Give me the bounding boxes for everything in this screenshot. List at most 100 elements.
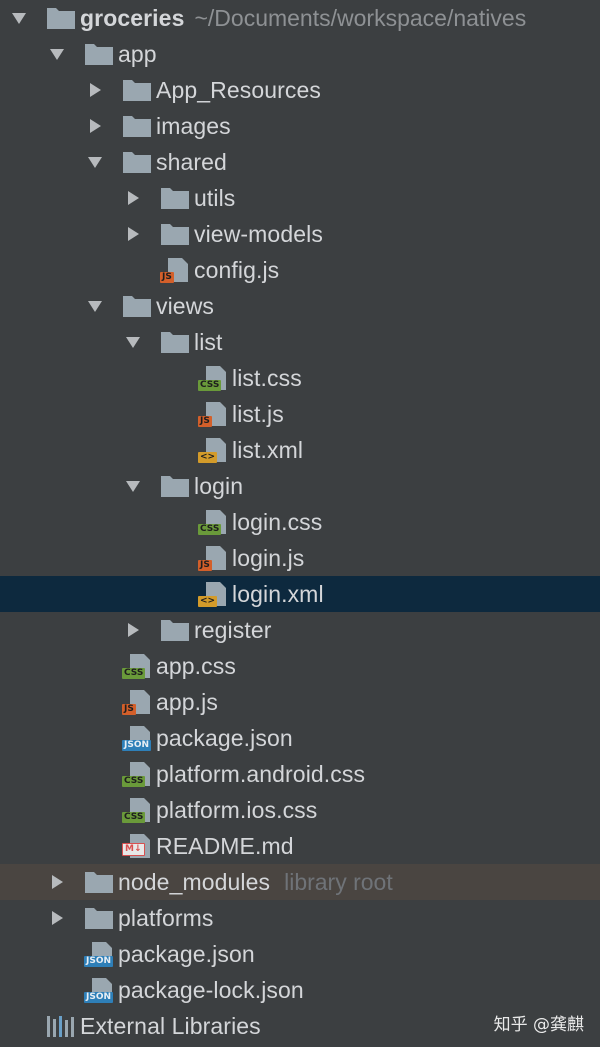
tree-row-app-js[interactable]: JS app.js xyxy=(0,684,600,720)
tree-label: package.json xyxy=(156,724,293,751)
folder-icon xyxy=(84,905,114,931)
tree-row-list-css[interactable]: CSS list.css xyxy=(0,360,600,396)
tree-row-platform-android-css[interactable]: CSS platform.android.css xyxy=(0,756,600,792)
tree-row-login-css[interactable]: CSS login.css xyxy=(0,504,600,540)
json-file-icon: JSON xyxy=(84,941,114,967)
tree-row-list-xml[interactable]: <> list.xml xyxy=(0,432,600,468)
css-file-icon: CSS xyxy=(122,797,152,823)
js-badge: JS xyxy=(160,272,174,283)
css-badge: CSS xyxy=(122,776,146,787)
tree-label: External Libraries xyxy=(80,1012,261,1039)
tree-label: platform.ios.css xyxy=(156,796,318,823)
js-badge: JS xyxy=(198,560,212,571)
markdown-badge: M↓ xyxy=(122,843,145,856)
tree-row-register[interactable]: register xyxy=(0,612,600,648)
tree-label: register xyxy=(194,616,272,643)
tree-row-app-css[interactable]: CSS app.css xyxy=(0,648,600,684)
tree-row-package-lock-json[interactable]: JSON package-lock.json xyxy=(0,972,600,1008)
chevron-right-icon[interactable] xyxy=(122,187,144,209)
tree-label: app.js xyxy=(156,688,218,715)
tree-label: list.js xyxy=(232,400,284,427)
chevron-down-icon[interactable] xyxy=(84,151,106,173)
tree-row-groceries[interactable]: groceries ~/Documents/workspace/natives xyxy=(0,0,600,36)
chevron-down-icon[interactable] xyxy=(122,475,144,497)
tree-row-readme-md[interactable]: M↓ README.md xyxy=(0,828,600,864)
json-badge: JSON xyxy=(84,992,114,1003)
css-file-icon: CSS xyxy=(198,509,228,535)
tree-row-app[interactable]: app xyxy=(0,36,600,72)
tree-row-config-js[interactable]: JS config.js xyxy=(0,252,600,288)
folder-icon xyxy=(160,473,190,499)
xml-badge: <> xyxy=(198,452,218,463)
folder-icon xyxy=(160,617,190,643)
js-file-icon: JS xyxy=(122,689,152,715)
tree-label: list.css xyxy=(232,364,302,391)
chevron-right-icon[interactable] xyxy=(84,115,106,137)
xml-file-icon: <> xyxy=(198,581,228,607)
library-icon xyxy=(46,1013,76,1039)
tree-label: view-models xyxy=(194,220,323,247)
tree-label: login xyxy=(194,472,244,499)
tree-label: config.js xyxy=(194,256,280,283)
tree-row-app-package-json[interactable]: JSON package.json xyxy=(0,720,600,756)
tree-label: app.css xyxy=(156,652,236,679)
xml-badge: <> xyxy=(198,596,218,607)
folder-icon xyxy=(84,869,114,895)
js-file-icon: JS xyxy=(198,545,228,571)
tree-label: shared xyxy=(156,148,227,175)
tree-row-app-resources[interactable]: App_Resources xyxy=(0,72,600,108)
css-file-icon: CSS xyxy=(122,761,152,787)
json-file-icon: JSON xyxy=(122,725,152,751)
chevron-right-icon[interactable] xyxy=(122,223,144,245)
folder-icon xyxy=(160,329,190,355)
xml-file-icon: <> xyxy=(198,437,228,463)
tree-label: views xyxy=(156,292,215,319)
tree-row-platform-ios-css[interactable]: CSS platform.ios.css xyxy=(0,792,600,828)
js-badge: JS xyxy=(198,416,212,427)
tree-row-platforms[interactable]: platforms xyxy=(0,900,600,936)
chevron-down-icon[interactable] xyxy=(122,331,144,353)
tree-row-package-json[interactable]: JSON package.json xyxy=(0,936,600,972)
library-root-label: library root xyxy=(284,868,393,895)
chevron-right-icon[interactable] xyxy=(46,871,68,893)
tree-row-list[interactable]: list xyxy=(0,324,600,360)
tree-label: app xyxy=(118,40,157,67)
chevron-down-icon[interactable] xyxy=(84,295,106,317)
tree-row-login-xml[interactable]: <> login.xml xyxy=(0,576,600,612)
chevron-right-icon[interactable] xyxy=(46,907,68,929)
folder-icon xyxy=(160,185,190,211)
js-badge: JS xyxy=(122,704,136,715)
chevron-right-icon[interactable] xyxy=(122,619,144,641)
tree-label: images xyxy=(156,112,231,139)
chevron-right-icon[interactable] xyxy=(84,79,106,101)
css-file-icon: CSS xyxy=(198,365,228,391)
json-file-icon: JSON xyxy=(84,977,114,1003)
folder-icon xyxy=(122,293,152,319)
chevron-down-icon[interactable] xyxy=(8,7,30,29)
tree-row-shared[interactable]: shared xyxy=(0,144,600,180)
tree-row-login[interactable]: login xyxy=(0,468,600,504)
folder-icon xyxy=(46,5,76,31)
js-file-icon: JS xyxy=(198,401,228,427)
tree-label: platform.android.css xyxy=(156,760,366,787)
project-path: ~/Documents/workspace/natives xyxy=(194,4,527,31)
tree-label: package-lock.json xyxy=(118,976,304,1003)
tree-row-node-modules[interactable]: node_modules library root xyxy=(0,864,600,900)
tree-label: login.css xyxy=(232,508,323,535)
tree-row-login-js[interactable]: JS login.js xyxy=(0,540,600,576)
tree-row-views[interactable]: views xyxy=(0,288,600,324)
folder-icon xyxy=(160,221,190,247)
tree-row-list-js[interactable]: JS list.js xyxy=(0,396,600,432)
chevron-down-icon[interactable] xyxy=(46,43,68,65)
tree-row-utils[interactable]: utils xyxy=(0,180,600,216)
tree-label: list xyxy=(194,328,223,355)
tree-row-images[interactable]: images xyxy=(0,108,600,144)
json-badge: JSON xyxy=(84,956,114,967)
css-badge: CSS xyxy=(122,668,146,679)
tree-row-view-models[interactable]: view-models xyxy=(0,216,600,252)
folder-icon xyxy=(122,77,152,103)
folder-icon xyxy=(84,41,114,67)
css-badge: CSS xyxy=(122,812,146,823)
tree-label: list.xml xyxy=(232,436,304,463)
markdown-file-icon: M↓ xyxy=(122,833,152,859)
